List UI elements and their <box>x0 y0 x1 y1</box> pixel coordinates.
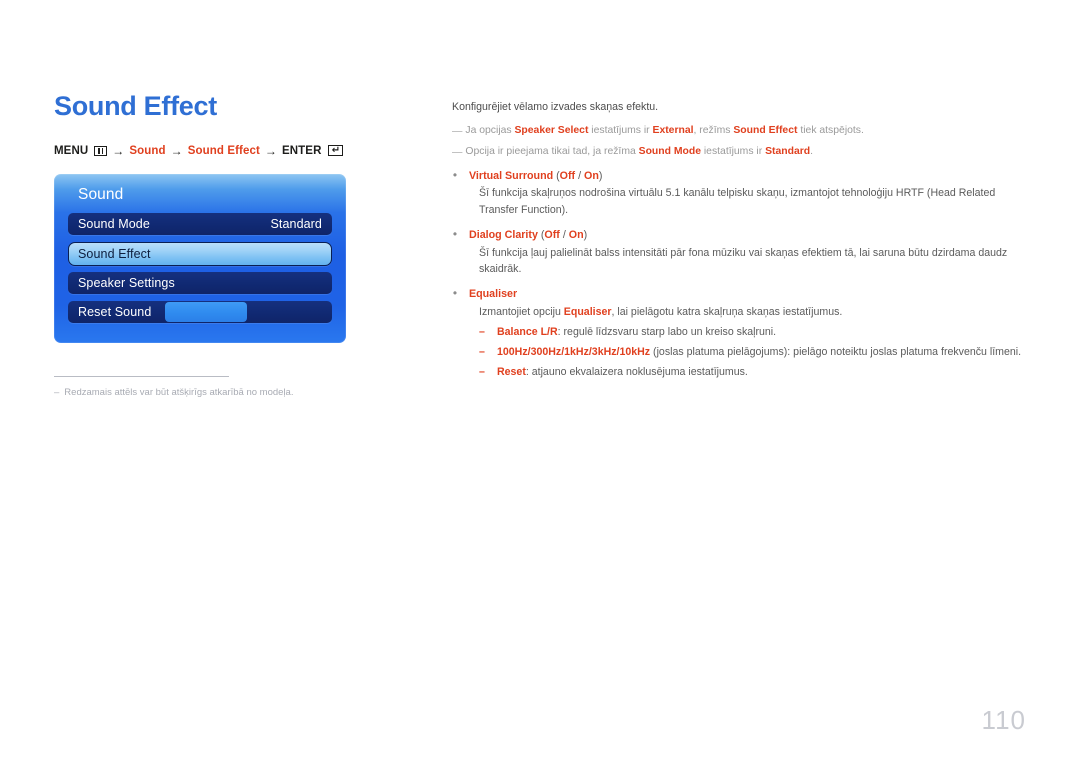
osd-row-reset-sound[interactable]: Reset Sound <box>68 300 332 323</box>
feature-equaliser: • Equaliser Izmantojiet opciju Equaliser… <box>452 286 1027 381</box>
bullet-dot-icon: • <box>452 286 458 301</box>
breadcrumb-arrow-2: → <box>170 143 183 158</box>
footnote-dash: – <box>54 387 60 398</box>
option-on: On <box>568 229 584 242</box>
footnote-text: Redzamais attēls var būt atšķirīgs atkar… <box>64 387 294 398</box>
note-term: Standard <box>765 146 811 158</box>
options-sep: / <box>575 169 585 182</box>
feature-description: Izmantojiet opciju Equaliser, lai pielāg… <box>479 304 1027 320</box>
desc-part: Izmantojiet opciju <box>479 305 564 318</box>
enter-button-label: ENTER <box>282 144 322 157</box>
feature-name: Virtual Surround <box>469 169 554 182</box>
desc-term: Equaliser <box>563 305 612 318</box>
feature-title: Virtual Surround (Off / On) <box>469 168 602 185</box>
subitem-desc: : regulē līdzsvaru starp labo un kreiso … <box>557 326 777 339</box>
breadcrumb-arrow-1: → <box>112 143 125 158</box>
footnote: – Redzamais attēls var būt atšķirīgs atk… <box>54 386 414 399</box>
bullet-dot-icon: • <box>452 167 458 182</box>
note-text-part: , režīms <box>693 125 734 137</box>
note-text-part: . <box>810 146 814 158</box>
note-text-part: tiek atspējots. <box>797 125 864 137</box>
enter-return-icon: ↵ <box>328 145 344 157</box>
note-dash: — <box>452 126 462 138</box>
breadcrumb-step-sound: Sound <box>129 144 166 157</box>
page-number: 110 <box>981 705 1026 735</box>
equaliser-subitem-bands: – 100Hz/300Hz/1kHz/3kHz/10kHz (joslas pl… <box>479 345 1027 361</box>
subitem-dash-icon: – <box>479 326 485 339</box>
options-close: ) <box>598 169 603 182</box>
subitem-dash-icon: – <box>479 346 485 359</box>
feature-title: Dialog Clarity (Off / On) <box>469 227 587 244</box>
feature-heading: • Dialog Clarity (Off / On) <box>452 227 1027 244</box>
breadcrumb-arrow-3: → <box>264 143 277 158</box>
osd-title: Sound <box>78 185 124 203</box>
note-term: External <box>652 125 694 137</box>
option-off: Off <box>544 229 560 242</box>
bullet-dot-icon: • <box>452 227 458 242</box>
feature-dialog-clarity: • Dialog Clarity (Off / On) Šī funkcija … <box>452 227 1027 277</box>
note-term: Sound Effect <box>733 125 798 137</box>
note-item: — Opcija ir pieejama tikai tad, ja režīm… <box>452 144 1027 161</box>
osd-sound-menu: Sound Sound Mode Standard Sound Effect S… <box>54 173 346 343</box>
feature-description: Šī funkcija skaļruņos nodrošina virtuālu… <box>479 187 996 216</box>
subitem-text: Balance L/R: regulē līdzsvaru starp labo… <box>497 325 776 341</box>
note-text-part: Ja opcijas <box>465 125 515 137</box>
subitem-text: Reset: atjauno ekvalaizera noklusējuma i… <box>497 365 748 381</box>
desc-part: , lai pielāgotu katra skaļruņa skaņas ie… <box>611 305 843 318</box>
osd-row-label: Speaker Settings <box>78 275 175 290</box>
osd-row-value: Standard <box>270 216 322 231</box>
subitem-term: 100Hz/300Hz/1kHz/3kHz/10kHz <box>497 346 651 359</box>
note-text: Ja opcijas Speaker Select iestatījums ir… <box>465 123 863 139</box>
manual-page: Sound Effect MENU → Sound → Sound Effect… <box>0 0 1080 763</box>
note-dash: — <box>452 147 462 159</box>
reset-sound-progress-bar[interactable] <box>165 301 247 322</box>
page-title: Sound Effect <box>54 91 217 121</box>
feature-description: Šī funkcija ļauj palielināt balss intens… <box>479 246 1008 275</box>
note-text-part: iestatījums ir <box>700 146 766 158</box>
footnote-block: – Redzamais attēls var būt atšķirīgs atk… <box>54 376 414 399</box>
right-column: Konfigurējiet vēlamo izvades skaņas efek… <box>452 99 1027 389</box>
feature-name: Dialog Clarity <box>469 229 538 242</box>
note-text-part: Opcija ir pieejama tikai tad, ja režīma <box>465 146 639 158</box>
osd-row-label: Sound Mode <box>78 216 150 231</box>
subitem-term: Balance L/R <box>497 326 558 339</box>
menu-bars-icon <box>94 145 108 156</box>
subitem-desc: : atjauno ekvalaizera noklusējuma iestat… <box>525 366 748 379</box>
osd-row-label: Reset Sound <box>78 304 152 319</box>
note-text-part: iestatījums ir <box>588 125 653 137</box>
left-column: Sound Effect MENU → Sound → Sound Effect… <box>54 91 404 343</box>
options-sep: / <box>559 229 569 242</box>
intro-paragraph: Konfigurējiet vēlamo izvades skaņas efek… <box>452 101 659 113</box>
option-on: On <box>584 169 599 182</box>
feature-options: (Off / On) <box>538 229 587 241</box>
feature-list: • Virtual Surround (Off / On) Šī funkcij… <box>452 168 1027 381</box>
equaliser-subitems: – Balance L/R: regulē līdzsvaru starp la… <box>479 325 1027 381</box>
subitem-dash-icon: – <box>479 366 485 379</box>
breadcrumb: MENU → Sound → Sound Effect → ENTER ↵ <box>54 144 404 158</box>
equaliser-subitem-reset: – Reset: atjauno ekvalaizera noklusējuma… <box>479 365 1027 381</box>
osd-row-sound-effect[interactable]: Sound Effect <box>68 241 332 266</box>
osd-row-sound-mode[interactable]: Sound Mode Standard <box>68 212 332 235</box>
feature-name: Equaliser <box>469 288 518 301</box>
menu-button-label: MENU <box>54 144 89 157</box>
osd-row-label: Sound Effect <box>78 246 151 261</box>
equaliser-subitem-balance: – Balance L/R: regulē līdzsvaru starp la… <box>479 325 1027 341</box>
breadcrumb-step-sound-effect: Sound Effect <box>187 144 260 157</box>
footnote-divider <box>54 376 229 377</box>
note-term: Sound Mode <box>638 146 701 158</box>
feature-heading: • Equaliser <box>452 286 1027 303</box>
feature-virtual-surround: • Virtual Surround (Off / On) Šī funkcij… <box>452 168 1027 218</box>
note-text: Opcija ir pieejama tikai tad, ja režīma … <box>465 144 813 160</box>
options-close: ) <box>583 229 588 242</box>
subitem-desc: (joslas platuma pielāgojums): pielāgo no… <box>650 346 1022 359</box>
subitem-text: 100Hz/300Hz/1kHz/3kHz/10kHz (joslas plat… <box>497 345 1021 361</box>
feature-options: (Off / On) <box>553 170 602 182</box>
option-off: Off <box>559 169 576 182</box>
osd-row-speaker-settings[interactable]: Speaker Settings <box>68 271 332 294</box>
note-term: Speaker Select <box>514 125 589 137</box>
feature-heading: • Virtual Surround (Off / On) <box>452 168 1027 185</box>
subitem-term: Reset <box>497 366 526 379</box>
note-item: — Ja opcijas Speaker Select iestatījums … <box>452 123 1027 140</box>
